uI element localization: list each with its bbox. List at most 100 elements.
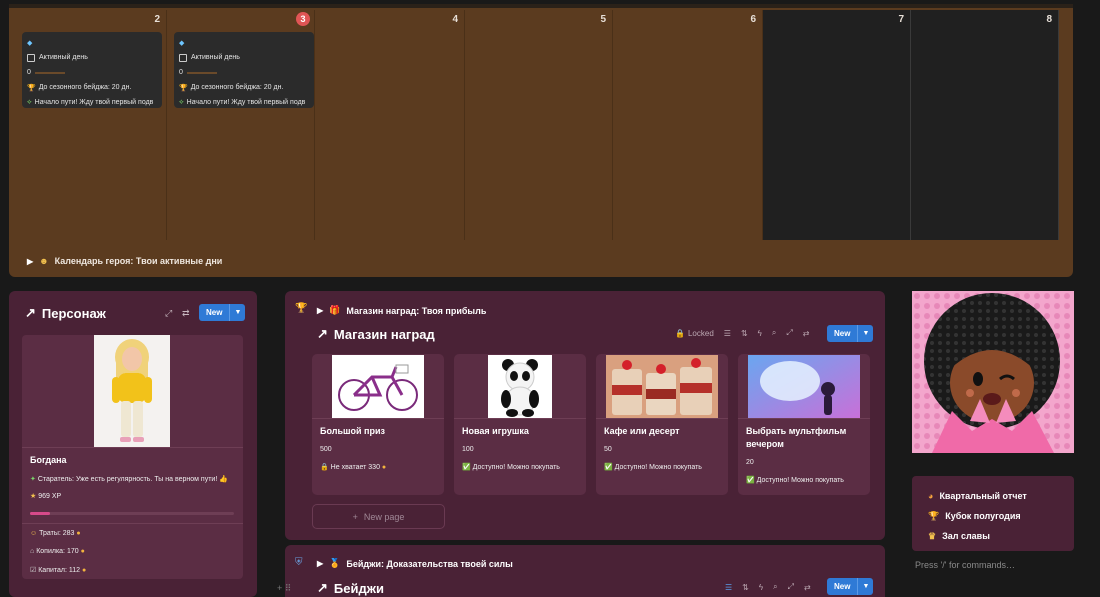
chevron-down-icon[interactable]: ▼ (857, 578, 873, 595)
card-divider (22, 447, 243, 448)
calendar-day-4[interactable]: 4 (315, 10, 465, 240)
reward-card[interactable]: Большой приз 500 🔒 Не хватает 330 ● (312, 354, 444, 495)
badges-new-button[interactable]: New ▼ (827, 578, 874, 595)
shop-toolbar: 🔒 Locked ☰ ⇅ ϟ ⌕ ⤢ ⇄ (675, 328, 809, 338)
calendar-day-3[interactable]: 3 ◆ Активный день 0 🏆 До сезонного бейджа… (167, 10, 315, 240)
character-savings: ⌂ Копилка: 170 ● (30, 548, 85, 555)
command-hint[interactable]: Press '/' for commands… (915, 560, 1015, 570)
sort-icon[interactable]: ⇅ (742, 583, 749, 592)
automation-bolt-icon[interactable]: ϟ (759, 583, 763, 592)
character-title: Персонаж (41, 305, 106, 321)
shop-toggle[interactable]: ▶ 🎁 Магазин наград: Твоя прибыль (317, 305, 486, 316)
settings-sliders-icon[interactable]: ⇄ (182, 308, 190, 319)
calendar-top-edge (9, 4, 1073, 8)
new-button-label: New (206, 308, 223, 317)
progress-bar (34, 71, 65, 74)
search-icon[interactable]: ⌕ (773, 582, 777, 592)
shop-new-button[interactable]: New ▼ (827, 325, 874, 342)
reward-card[interactable]: Новая игрушка 100 ✅ Доступно! Можно поку… (454, 354, 586, 495)
coin-icon: ● (381, 464, 387, 471)
reward-card[interactable]: Кафе или десерт 50 ✅ Доступно! Можно пок… (596, 354, 728, 495)
active-day-label: Активный день (39, 54, 88, 61)
reward-price: 100 (462, 446, 474, 453)
badges-title: Бейджи (333, 580, 384, 596)
expand-icon[interactable]: ⤢ (165, 308, 172, 319)
reward-title: Новая игрушка (462, 426, 529, 436)
drag-handle-icon[interactable]: + ⠿ (277, 583, 291, 594)
sort-icon[interactable]: ⇅ (741, 329, 748, 338)
day-entry-card[interactable]: ◆ Активный день 0 🏆 До сезонного бейджа: … (174, 32, 314, 108)
search-icon[interactable]: ⌕ (772, 328, 776, 338)
hall-of-fame-link[interactable]: ♛ Зал славы (928, 526, 1074, 546)
cartoon-icon (748, 355, 860, 418)
locked-label[interactable]: Locked (688, 329, 714, 338)
chevron-down-icon[interactable]: ▼ (857, 325, 873, 342)
diamond-icon: ◆ (179, 39, 185, 47)
reward-title: Большой приз (320, 426, 385, 436)
today-day-number: 3 (296, 12, 310, 26)
chevron-down-icon[interactable]: ▼ (229, 304, 245, 321)
settings-sliders-icon[interactable]: ⇄ (803, 329, 810, 338)
badges-toolbar: ☰ ⇅ ϟ ⌕ ⤢ ⇄ (725, 582, 811, 592)
character-card[interactable]: Богдана ✦ Старатель: Уже есть регулярнос… (22, 335, 243, 579)
filter-icon[interactable]: ☰ (724, 329, 731, 338)
character-new-button[interactable]: New ▼ (199, 304, 246, 321)
check-icon: ✅ (462, 464, 471, 471)
diamond-icon: ◆ (27, 39, 33, 47)
reward-shop-panel: 🏆 ▶ 🎁 Магазин наград: Твоя прибыль ↗ Маг… (285, 291, 885, 540)
link-label: Кубок полугодия (945, 511, 1021, 521)
calendar-day-2[interactable]: 2 ◆ Активный день 0 🏆 До сезонного бейджа… (17, 10, 167, 240)
panda-icon (501, 359, 539, 417)
toggle-triangle-icon[interactable]: ▶ (317, 559, 323, 568)
reward-price: 500 (320, 446, 332, 453)
sprout-icon: ⟡ (27, 98, 32, 106)
reward-card[interactable]: Выбрать мультфильм вечером 20 ✅ Доступно… (738, 354, 870, 495)
xp-progress-fill (30, 512, 51, 515)
day-number: 4 (452, 14, 458, 25)
day-entry-card[interactable]: ◆ Активный день 0 🏆 До сезонного бейджа: … (22, 32, 162, 108)
settings-sliders-icon[interactable]: ⇄ (804, 583, 811, 592)
automation-bolt-icon[interactable]: ϟ (758, 329, 762, 338)
calendar-day-7[interactable]: 7 (763, 10, 911, 240)
toggle-triangle-icon[interactable]: ▶ (27, 257, 33, 266)
character-xp: ★ 969 XP (30, 492, 61, 500)
day-number: 7 (898, 14, 904, 25)
new-page-button[interactable]: + New page (312, 504, 445, 529)
coin-icon: ● (80, 548, 85, 555)
calendar-day-5[interactable]: 5 (465, 10, 613, 240)
day-number: 5 (600, 14, 606, 25)
half-year-cup-link[interactable]: 🏆 Кубок полугодия (928, 506, 1074, 526)
card-divider (596, 418, 728, 419)
reward-price: 20 (746, 459, 754, 466)
expand-icon[interactable]: ⤢ (786, 328, 792, 338)
reward-status: ✅ Доступно! Можно покупать (604, 463, 702, 471)
shop-title-row[interactable]: ↗ Магазин наград (317, 326, 435, 342)
badges-panel: + ⠿ ⛨ ▶ 🏅 Бейджи: Доказательства твоей с… (277, 545, 885, 597)
expand-icon[interactable]: ⤢ (788, 582, 794, 592)
character-title-row[interactable]: ↗ Персонаж (25, 305, 106, 321)
seasonal-badge-text: До сезонного бейджа: 20 дн. (38, 84, 132, 91)
reward-status: 🔒 Не хватает 330 ● (320, 463, 386, 471)
calendar-day-6[interactable]: 6 (613, 10, 763, 240)
trophy-icon: 🏆 (179, 84, 188, 92)
link-arrow-icon: ↗ (317, 326, 328, 341)
filter-icon[interactable]: ☰ (725, 583, 732, 592)
toggle-triangle-icon[interactable]: ▶ (317, 306, 323, 315)
character-capital: ☑ Капитал: 112 ● (30, 566, 86, 574)
progress-value: 0 (179, 69, 183, 76)
badges-toggle[interactable]: ▶ 🏅 Бейджи: Доказательства твоей силы (317, 558, 513, 569)
sparkle-icon: ✦ (30, 476, 36, 483)
character-spend: ☺ Траты: 283 ● (30, 530, 81, 537)
calendar-day-8[interactable]: 8 (911, 10, 1059, 240)
calendar-toggle[interactable]: ▶ ☻ Календарь героя: Твои активные дни (27, 256, 222, 266)
quarterly-report-link[interactable]: ◕ Квартальный отчет (928, 486, 1074, 506)
trophy-icon: 🏆 (295, 303, 308, 314)
active-day-checkbox[interactable] (179, 53, 187, 62)
reward-status: ✅ Доступно! Можно покупать (462, 463, 560, 471)
bicycle-icon (338, 364, 418, 411)
medal-icon: 🏅 (329, 558, 341, 568)
active-day-checkbox[interactable] (27, 53, 35, 62)
shop-toggle-label: Магазин наград: Твоя прибыль (346, 305, 487, 316)
reward-title: Кафе или десерт (604, 426, 680, 436)
badges-title-row[interactable]: ↗ Бейджи (317, 580, 384, 596)
